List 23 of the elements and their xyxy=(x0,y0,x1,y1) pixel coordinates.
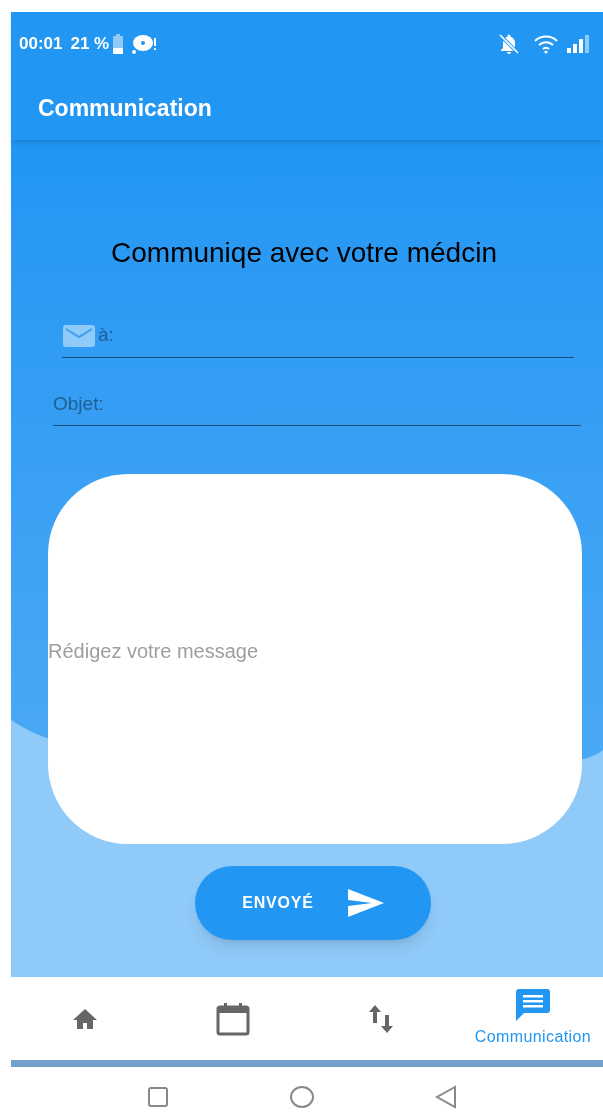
app-bar-title: Communication xyxy=(38,93,212,123)
bell-off-icon xyxy=(497,32,521,56)
home-icon xyxy=(72,1006,98,1031)
signal-icon xyxy=(567,35,591,53)
swap-arrows-icon xyxy=(369,1004,393,1033)
wifi-icon xyxy=(533,34,559,54)
recents-icon[interactable] xyxy=(146,1086,169,1108)
send-icon xyxy=(347,889,384,917)
nav-tab[interactable]: Communication xyxy=(455,988,603,1049)
send-button[interactable]: ENVOYÉ xyxy=(195,866,431,940)
mail-icon xyxy=(62,323,96,348)
subject-field[interactable]: Objet: xyxy=(53,382,581,426)
message-field[interactable]: Rédigez votre message xyxy=(48,474,582,844)
status-time: 00:01 xyxy=(19,33,63,56)
battery-icon xyxy=(113,34,124,54)
recipient-field[interactable]: à: xyxy=(98,321,574,350)
page-heading: Communiqe avec votre médcin xyxy=(110,236,498,270)
battery-percent: 21 % xyxy=(70,33,110,56)
calendar-icon xyxy=(216,1001,250,1036)
message-icon xyxy=(516,988,550,1021)
back-icon[interactable] xyxy=(434,1085,457,1109)
notification-icon xyxy=(131,33,158,55)
home-button-icon[interactable] xyxy=(288,1085,315,1109)
